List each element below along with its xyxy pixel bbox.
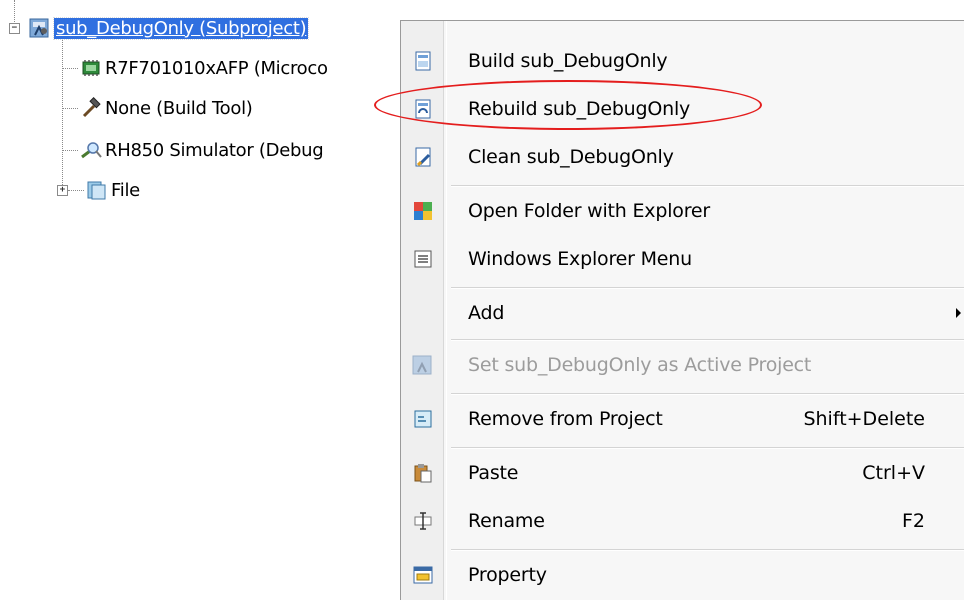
menu-item-label: Add [468,302,505,324]
subproject-label[interactable]: sub_DebugOnly (Subproject) [52,16,310,40]
tree-connector [14,0,15,22]
build-tool-label[interactable]: None (Build Tool) [105,98,253,119]
menu-separator [451,339,964,341]
collapse-toggle[interactable]: − [9,23,20,34]
debug-tool-label[interactable]: RH850 Simulator (Debug [105,140,324,161]
microcontroller-icon [80,57,102,79]
tree-node-build-tool[interactable]: None (Build Tool) [80,96,253,120]
tree-connector [62,68,78,69]
tree-node-microcontroller[interactable]: R7F701010xAFP (Microco [80,56,328,80]
microcontroller-label[interactable]: R7F701010xAFP (Microco [105,58,328,79]
menu-item-label: Property [468,564,547,586]
menu-item-label: Rename [468,510,545,532]
menu-item-rename[interactable]: Rename F2 [401,501,964,541]
file-label[interactable]: File [111,180,140,201]
rename-icon [412,510,434,532]
menu-item-open-folder[interactable]: Open Folder with Explorer [401,191,964,231]
project-tree: − sub_DebugOnly (Subproject) R7F701010xA… [0,0,420,230]
menu-item-shortcut: Shift+Delete [803,408,925,430]
menu-item-set-active-project: Set sub_DebugOnly as Active Project [401,345,964,385]
menu-item-label: Clean sub_DebugOnly [468,146,674,168]
debug-tool-icon [80,139,102,161]
remove-icon [412,408,434,430]
menu-item-remove-from-project[interactable]: Remove from Project Shift+Delete [401,399,964,439]
submenu-arrow-icon [956,308,961,318]
menu-separator [451,287,964,289]
tree-connector [68,190,84,191]
paste-icon [412,462,434,484]
active-project-icon [412,354,434,376]
expand-toggle[interactable]: + [57,185,68,196]
menu-item-label: Build sub_DebugOnly [468,50,668,72]
build-icon [412,50,434,72]
menu-item-shortcut: F2 [901,510,925,532]
tree-node-debug-tool[interactable]: RH850 Simulator (Debug [80,138,324,162]
menu-item-explorer-menu[interactable]: Windows Explorer Menu [401,239,964,279]
tree-connector [62,34,63,191]
hammer-icon [80,97,102,119]
menu-item-label: Open Folder with Explorer [468,200,711,222]
property-icon [412,564,434,586]
menu-separator [451,549,964,551]
menu-item-paste[interactable]: Paste Ctrl+V [401,453,964,493]
menu-item-label: Set sub_DebugOnly as Active Project [468,354,812,376]
menu-item-add[interactable]: Add [401,293,964,333]
explorer-menu-icon [412,248,434,270]
tree-connector [62,150,78,151]
tree-node-file[interactable]: File [86,178,140,202]
menu-separator [451,447,964,449]
highlight-ellipse [374,80,762,130]
menu-item-shortcut: Ctrl+V [862,462,925,484]
menu-separator [451,185,964,187]
open-folder-icon [412,200,434,222]
clean-icon [412,146,434,168]
menu-item-build[interactable]: Build sub_DebugOnly [401,41,964,81]
menu-item-clean[interactable]: Clean sub_DebugOnly [401,137,964,177]
tree-connector [62,108,78,109]
menu-separator [451,393,964,395]
menu-item-label: Paste [468,462,519,484]
file-folder-icon [86,179,108,201]
subproject-icon [29,17,51,39]
menu-item-property[interactable]: Property [401,555,964,595]
menu-item-label: Remove from Project [468,408,663,430]
tree-node-subproject[interactable]: sub_DebugOnly (Subproject) [29,16,310,40]
menu-item-label: Windows Explorer Menu [468,248,692,270]
